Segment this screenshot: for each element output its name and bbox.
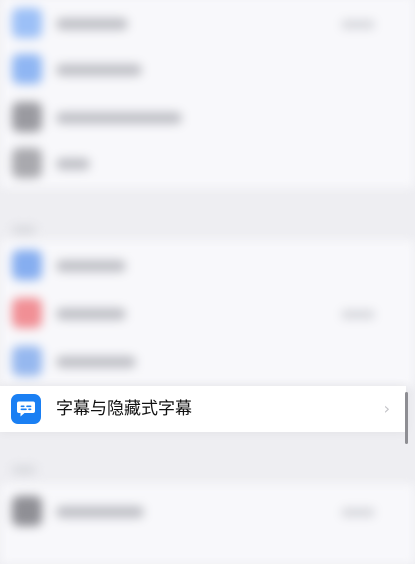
blurred-row-2[interactable] [0,46,415,92]
blurred-row-title [56,158,90,170]
blurred-row-value [341,310,375,319]
blurred-row-title [56,112,182,124]
captions-row-label: 字幕与隐藏式字幕 [56,399,192,419]
captions-bubble-icon [11,394,41,424]
blurred-app-icon [12,346,42,376]
blurred-app-icon [12,102,42,132]
blurred-row-title [56,18,128,30]
blurred-row-8[interactable] [0,488,415,534]
blurred-app-icon [12,496,42,526]
blurred-row-title [56,260,126,272]
blurred-row-1[interactable] [0,0,415,46]
blurred-row-title [56,64,142,76]
blurred-row-title [56,356,136,368]
blurred-row-5[interactable] [0,242,415,288]
blurred-background [0,0,415,564]
blurred-app-icon [12,54,42,84]
scroll-indicator[interactable] [405,392,408,444]
blurred-row-7[interactable] [0,338,415,384]
blurred-row-value [341,508,375,517]
blurred-row-title [56,308,126,320]
blurred-row-value [341,20,375,29]
blurred-app-icon [12,298,42,328]
blurred-app-icon [12,250,42,280]
blurred-app-icon [12,8,42,38]
blurred-row-6[interactable] [0,290,415,336]
blurred-section-header [12,226,36,234]
blurred-row-4[interactable] [0,140,415,186]
chevron-right-icon: › [383,399,390,418]
blurred-app-icon [12,148,42,178]
blurred-row-title [56,506,144,518]
blurred-row-3[interactable] [0,94,415,140]
captions-settings-row[interactable]: 字幕与隐藏式字幕 › [0,386,406,432]
blurred-section-header [12,466,36,474]
